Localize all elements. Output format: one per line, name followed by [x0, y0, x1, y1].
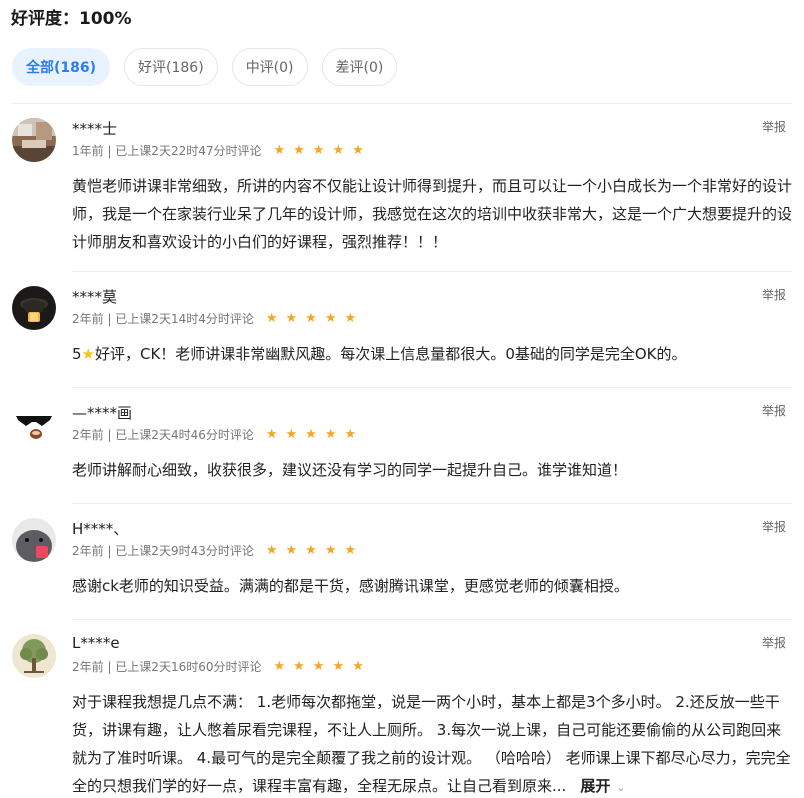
star-icon: ★	[312, 659, 325, 674]
star-icon: ★	[352, 659, 364, 674]
star-icon: ★	[273, 659, 286, 674]
rating-summary: 好评度：100%	[11, 4, 132, 29]
report-link[interactable]: 举报	[762, 286, 786, 303]
star-icon: ★	[344, 543, 357, 558]
review-item: —****画 2年前 | 已上课2天4时46分时评论 ★ ★ ★ ★ ★ 举报 老师讲解…	[12, 402, 792, 504]
rating-stars: ★ ★ ★ ★ ★	[266, 428, 356, 441]
review-meta: 2年前 | 已上课2天16时60分时评论 ★ ★ ★ ★ ★	[72, 658, 364, 675]
reviewer-name: L****e	[72, 634, 120, 652]
reviewer-name: ****士	[72, 120, 118, 138]
rating-summary-value: 100%	[79, 9, 132, 29]
star-icon: ★	[285, 311, 298, 326]
star-icon: ★	[265, 543, 278, 558]
star-icon: ★	[285, 543, 298, 558]
star-icon: ★	[312, 143, 325, 158]
review-time: 2年前 | 已上课2天16时60分时评论	[72, 660, 262, 674]
report-link[interactable]: 举报	[762, 518, 786, 535]
review-content: 5★好评，CK！老师讲课非常幽默风趣。每次课上信息量都很大。0基础的同学是完全O…	[72, 340, 792, 368]
reviewer-name: H****、	[72, 520, 129, 538]
review-item: L****e 2年前 | 已上课2天16时60分时评论 ★ ★ ★ ★ ★ 举报 对于课…	[12, 634, 792, 798]
star-icon: ★	[305, 311, 317, 326]
review-separator	[72, 503, 792, 504]
rating-stars: ★ ★ ★ ★ ★	[273, 660, 363, 673]
star-icon: ★	[265, 427, 278, 442]
lamp-icon[interactable]	[12, 286, 56, 330]
chevron-down-icon[interactable]: ⌄	[616, 781, 625, 794]
review-item: ****士 1年前 | 已上课2天22时47分时评论 ★ ★ ★ ★ ★ 举报 黄恺老师…	[12, 118, 792, 272]
star-icon: ★	[352, 143, 364, 158]
star-icon: ★	[324, 427, 337, 442]
star-icon: ★	[285, 427, 298, 442]
star-icon: ★	[293, 143, 305, 158]
cartoon-seal-icon[interactable]	[12, 518, 56, 562]
star-icon: ★	[332, 143, 345, 158]
filter-neutral[interactable]: 中评(0)	[231, 48, 308, 86]
filter-negative[interactable]: 差评(0)	[321, 48, 398, 86]
reviewer-name: —****画	[72, 404, 133, 422]
review-separator	[72, 387, 792, 388]
review-content: 黄恺老师讲课非常细致，所讲的内容不仅能让设计师得到提升，而且可以让一个小白成长为…	[72, 177, 793, 251]
review-time: 2年前 | 已上课2天14时4分时评论	[72, 312, 254, 326]
review-content-prefix: 5	[72, 345, 82, 363]
review-meta: 2年前 | 已上课2天14时4分时评论 ★ ★ ★ ★ ★	[72, 310, 356, 327]
star-icon: ★	[265, 311, 278, 326]
star-emoji-icon: ★	[81, 345, 95, 363]
review-content: 老师讲解耐心细致，收获很多，建议还没有学习的同学一起提升自己。谁学谁知道！	[72, 461, 628, 479]
review-item: H****、 2年前 | 已上课2天9时43分时评论 ★ ★ ★ ★ ★ 举报 感谢ck…	[12, 518, 792, 620]
review-time: 2年前 | 已上课2天9时43分时评论	[72, 544, 254, 558]
star-icon: ★	[324, 543, 337, 558]
review-content: 感谢ck老师的知识受益。满满的都是干货，感谢腾讯课堂，更感觉老师的倾囊相授。	[72, 577, 629, 595]
filter-tabs: 全部(186) 好评(186) 中评(0) 差评(0)	[12, 48, 398, 86]
review-content-text: 对于课程我想提几点不满： 1.老师每次都拖堂，说是一两个小时，基本上都是3个多小…	[72, 693, 791, 795]
star-icon: ★	[305, 427, 317, 442]
review-separator	[72, 619, 792, 620]
review-meta: 2年前 | 已上课2天4时46分时评论 ★ ★ ★ ★ ★	[72, 426, 356, 443]
star-icon: ★	[344, 427, 357, 442]
star-icon: ★	[293, 659, 305, 674]
room-photo-icon[interactable]	[12, 118, 56, 162]
star-icon: ★	[305, 543, 317, 558]
review-item: ****莫 2年前 | 已上课2天14时4分时评论 ★ ★ ★ ★ ★ 举报 5★好评，…	[12, 286, 792, 388]
star-icon: ★	[344, 311, 357, 326]
report-link[interactable]: 举报	[762, 402, 786, 419]
review-time: 1年前 | 已上课2天22时47分时评论	[72, 144, 262, 158]
review-time: 2年前 | 已上课2天4时46分时评论	[72, 428, 254, 442]
tree-icon[interactable]	[12, 634, 56, 678]
review-content: 对于课程我想提几点不满： 1.老师每次都拖堂，说是一两个小时，基本上都是3个多小…	[72, 688, 792, 798]
filter-all[interactable]: 全部(186)	[12, 48, 111, 86]
rating-summary-label: 好评度：	[11, 9, 79, 29]
star-icon: ★	[273, 143, 286, 158]
star-icon: ★	[332, 659, 345, 674]
reviewer-name: ****莫	[72, 288, 118, 306]
rating-stars: ★ ★ ★ ★ ★	[266, 312, 356, 325]
expand-button[interactable]: 展开	[580, 777, 610, 795]
sunglasses-face-icon[interactable]	[12, 402, 56, 446]
review-meta: 1年前 | 已上课2天22时47分时评论 ★ ★ ★ ★ ★	[72, 142, 364, 159]
report-link[interactable]: 举报	[762, 118, 786, 135]
review-separator	[72, 271, 792, 272]
report-link[interactable]: 举报	[762, 634, 786, 651]
filter-positive[interactable]: 好评(186)	[124, 48, 218, 86]
star-icon: ★	[324, 311, 337, 326]
review-meta: 2年前 | 已上课2天9时43分时评论 ★ ★ ★ ★ ★	[72, 542, 356, 559]
review-content-text: 好评，CK！老师讲课非常幽默风趣。每次课上信息量都很大。0基础的同学是完全OK的…	[95, 345, 687, 363]
rating-stars: ★ ★ ★ ★ ★	[266, 544, 356, 557]
divider	[12, 103, 792, 104]
rating-stars: ★ ★ ★ ★ ★	[273, 144, 363, 157]
